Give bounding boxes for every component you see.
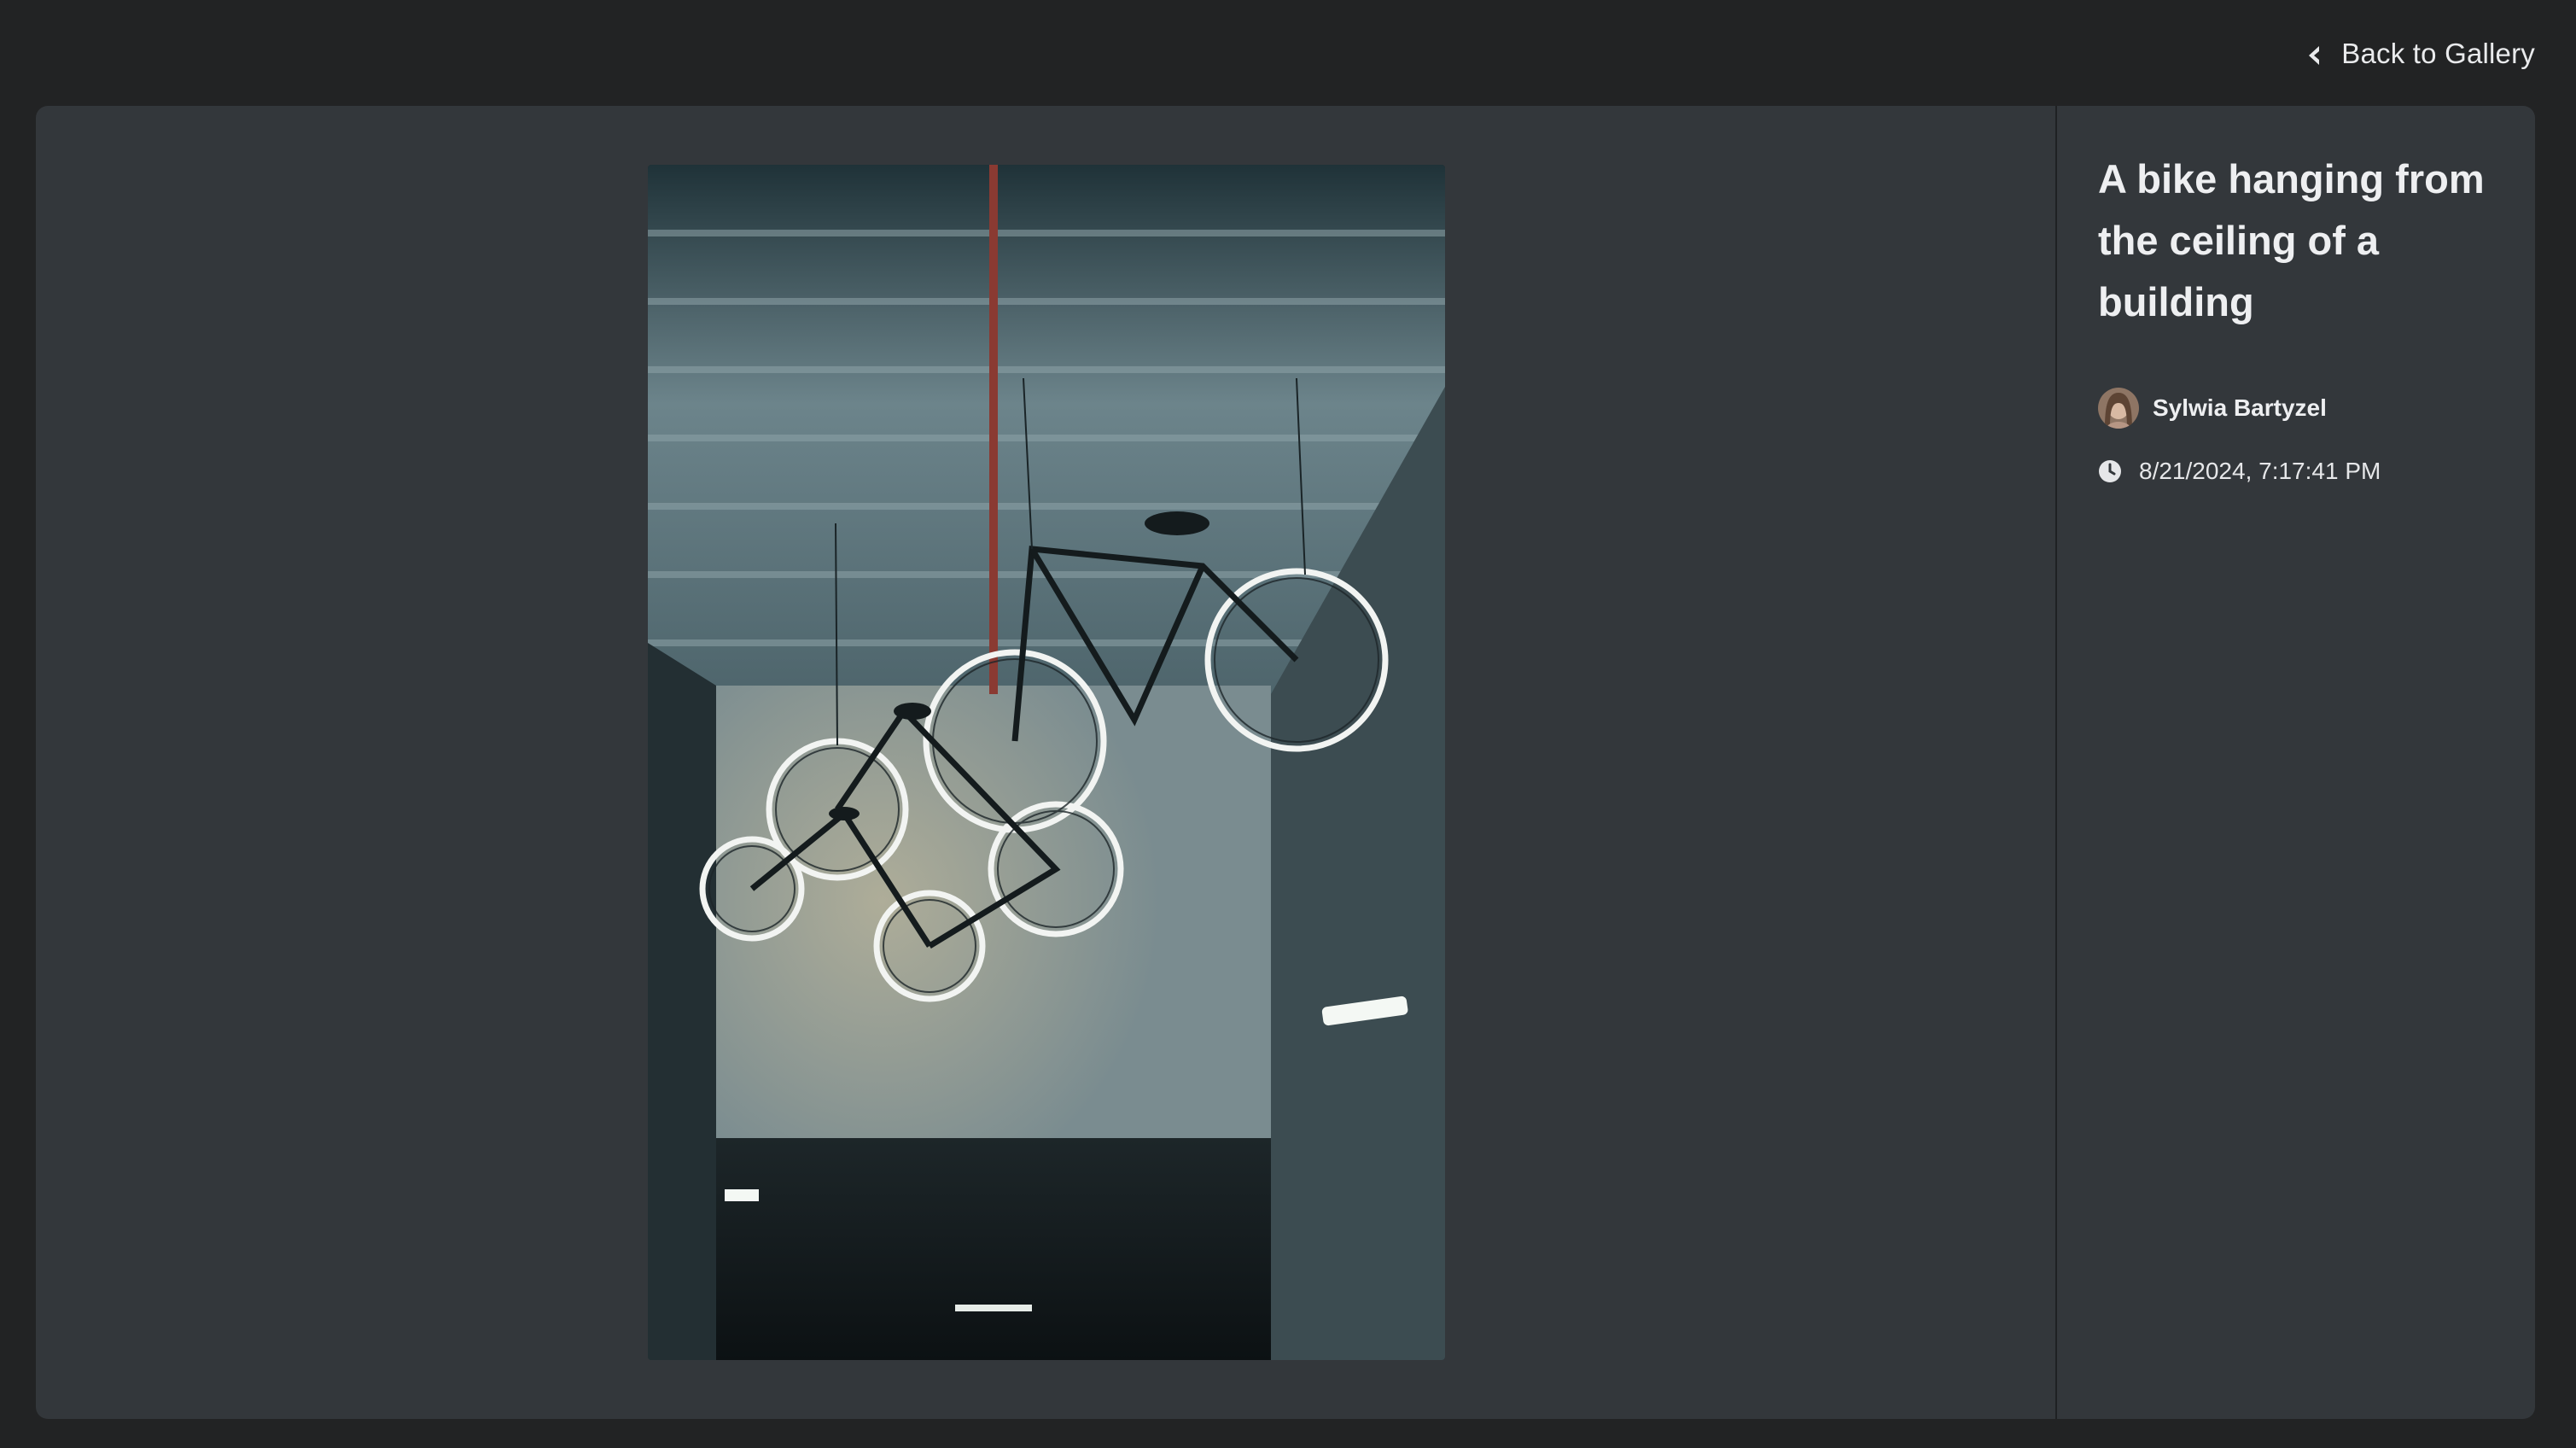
photo-detail-panel: A bike hanging from the ceiling of a bui…	[36, 106, 2535, 1419]
panel-divider	[2055, 106, 2057, 1419]
back-to-gallery-label: Back to Gallery	[2341, 38, 2535, 69]
clock-icon	[2098, 459, 2122, 483]
photo-viewer	[36, 106, 2055, 1419]
author-name[interactable]: Sylwia Bartyzel	[2153, 394, 2327, 422]
date-row: 8/21/2024, 7:17:41 PM	[2098, 458, 2508, 485]
back-to-gallery-link[interactable]: Back to Gallery	[2302, 38, 2535, 70]
top-bar: Back to Gallery	[0, 0, 2576, 106]
author-row[interactable]: Sylwia Bartyzel	[2098, 388, 2508, 429]
chevron-left-icon	[2302, 42, 2326, 66]
photo-date: 8/21/2024, 7:17:41 PM	[2139, 458, 2381, 484]
photo-info-sidebar: A bike hanging from the ceiling of a bui…	[2098, 149, 2508, 485]
photo[interactable]	[648, 165, 1445, 1360]
author-avatar[interactable]	[2098, 388, 2139, 429]
photo-title: A bike hanging from the ceiling of a bui…	[2098, 156, 2485, 324]
